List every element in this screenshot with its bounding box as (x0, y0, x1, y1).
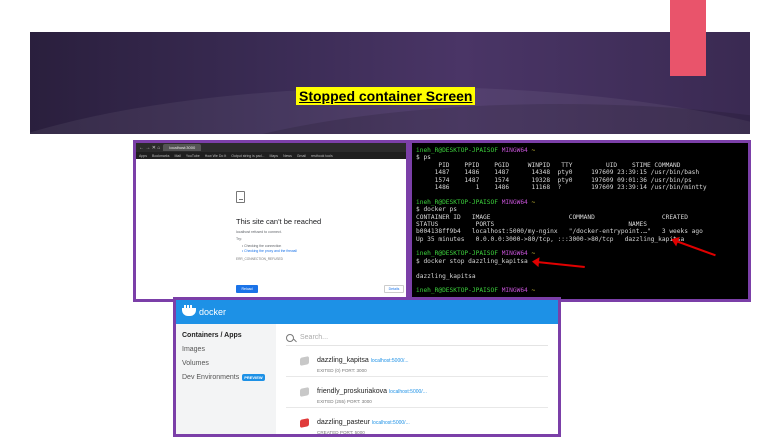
error-detail: localhost refused to connect. (236, 230, 282, 234)
terminal-window[interactable]: ineh_R@DESKTOP-JPAISOF MINGW64 ~ $ ps PI… (409, 140, 751, 302)
preview-badge: PREVIEW (242, 374, 265, 381)
bookmark-item[interactable]: Gmail (297, 154, 306, 158)
error-content: This site can't be reached localhost ref… (236, 191, 366, 261)
docker-body: Containers / Apps Images Volumes Dev Env… (176, 324, 558, 434)
containers-list: Search... dazzling_kapitsa localhost:5000… (276, 324, 558, 434)
terminal-line: $ ps (416, 154, 431, 162)
container-image-link[interactable]: localhost:5000/... (371, 358, 409, 364)
error-title: This site can't be reached (236, 217, 322, 226)
docker-whale-icon (182, 305, 196, 316)
accent-tab (670, 0, 706, 76)
details-button[interactable]: Details (384, 285, 404, 293)
error-code: ERR_CONNECTION_REFUSED (236, 257, 283, 261)
container-row[interactable]: dazzling_kapitsa localhost:5000/... EXITE… (286, 346, 548, 377)
sidebar-item-volumes[interactable]: Volumes (182, 360, 270, 367)
browser-url[interactable]: localhost:3000 (163, 144, 202, 151)
suggestion-item: • Checking the proxy and the firewall (242, 249, 297, 253)
header-band (30, 32, 750, 134)
container-row[interactable]: friendly_proskuriakova localhost:5000/...… (286, 377, 548, 408)
docker-header: docker (176, 300, 558, 324)
terminal-prompt: ineh_R@DESKTOP-JPAISOF MINGW64 ~ (416, 250, 536, 258)
browser-window: ← → ✕ ⌂ localhost:3000 Apps Bookmarks Ma… (133, 140, 409, 302)
terminal-line: CONTAINER ID IMAGE COMMAND CREATED (416, 213, 688, 221)
bookmark-item[interactable]: Apps (139, 154, 147, 158)
search-bar[interactable]: Search... (286, 330, 548, 346)
terminal-line: dazzling_kapitsa (416, 272, 476, 280)
terminal-line: PID PPID PGID WINPID TTY UID STIME COMMA… (416, 161, 681, 169)
container-stopped-icon (300, 387, 309, 397)
container-name: dazzling_pasteur (317, 419, 370, 426)
browser-toolbar: ← → ✕ ⌂ localhost:3000 (136, 143, 406, 152)
container-name: dazzling_kapitsa (317, 357, 369, 364)
sidebar-item-containers[interactable]: Containers / Apps (182, 332, 270, 339)
terminal-line: $ docker stop dazzling_kapitsa (416, 257, 528, 265)
sad-document-icon (236, 191, 245, 203)
container-image-link[interactable]: localhost:5000/... (372, 420, 410, 426)
terminal-line: $ docker ps (416, 206, 457, 214)
terminal-prompt: ineh_R@DESKTOP-JPAISOF MINGW64 ~ (416, 147, 536, 154)
bookmark-item[interactable]: Output string is pad... (231, 154, 264, 158)
container-created-icon (300, 418, 309, 428)
terminal-line: b004138ff9b4 localhost:5000/my-nginx "/d… (416, 228, 703, 236)
try-label: Try: (236, 237, 243, 241)
container-status: CREATED PORT: 5000 (317, 430, 365, 435)
terminal-prompt: ineh_R@DESKTOP-JPAISOF MINGW64 ~ (416, 198, 536, 206)
terminal-line: 1486 1 1486 11168 ? 197609 23:39:14 /usr… (416, 183, 707, 191)
suggestion-list: • Checking the connection • Checking the… (242, 244, 366, 254)
container-row[interactable]: dazzling_pasteur localhost:5000/... CREAT… (286, 408, 548, 435)
bookmarks-bar: Apps Bookmarks Mail YouTube How We Do It… (136, 152, 406, 159)
container-image-link[interactable]: localhost:5000/... (389, 389, 427, 395)
bookmark-item[interactable]: resthook tools (311, 154, 333, 158)
reload-button[interactable]: Reload (236, 285, 258, 293)
sidebar-item-images[interactable]: Images (182, 346, 270, 353)
container-name: friendly_proskuriakova (317, 388, 388, 395)
terminal-line: 1487 1486 1487 14348 pty0 197609 23:39:1… (416, 169, 700, 177)
bookmark-item[interactable]: News (283, 154, 292, 158)
bookmark-item[interactable]: YouTube (186, 154, 200, 158)
browser-nav-icons[interactable]: ← → ✕ ⌂ (139, 145, 160, 151)
search-input[interactable]: Search... (300, 334, 328, 341)
container-stopped-icon (300, 356, 309, 366)
terminal-line: 1574 1487 1574 19328 pty0 197609 09:01:3… (416, 176, 692, 184)
slide-title: Stopped container Screen (296, 87, 476, 105)
search-icon (286, 333, 294, 342)
docker-desktop-window: docker Containers / Apps Images Volumes … (173, 297, 561, 437)
docker-brand: docker (199, 307, 227, 317)
docker-sidebar: Containers / Apps Images Volumes Dev Env… (176, 324, 276, 434)
bookmark-item[interactable]: Mail (175, 154, 181, 158)
terminal-prompt: ineh_R@DESKTOP-JPAISOF MINGW64 ~ (416, 287, 536, 295)
bookmark-item[interactable]: Maps (270, 154, 279, 158)
terminal-line: STATUS PORTS NAMES (416, 220, 647, 228)
sidebar-item-dev-environments[interactable]: Dev Environments PREVIEW (182, 374, 270, 381)
container-status: EXITED (255) PORT: 3000 (317, 399, 372, 404)
slide: Stopped container Screen ← → ✕ ⌂ localho… (0, 0, 780, 439)
bookmark-item[interactable]: How We Do It (205, 154, 227, 158)
terminal-line: Up 35 minutes 0.0.0.0:3000->80/tcp, :::3… (416, 235, 685, 243)
container-status: EXITED (0) PORT: 3000 (317, 368, 367, 373)
bookmark-item[interactable]: Bookmarks (152, 154, 170, 158)
